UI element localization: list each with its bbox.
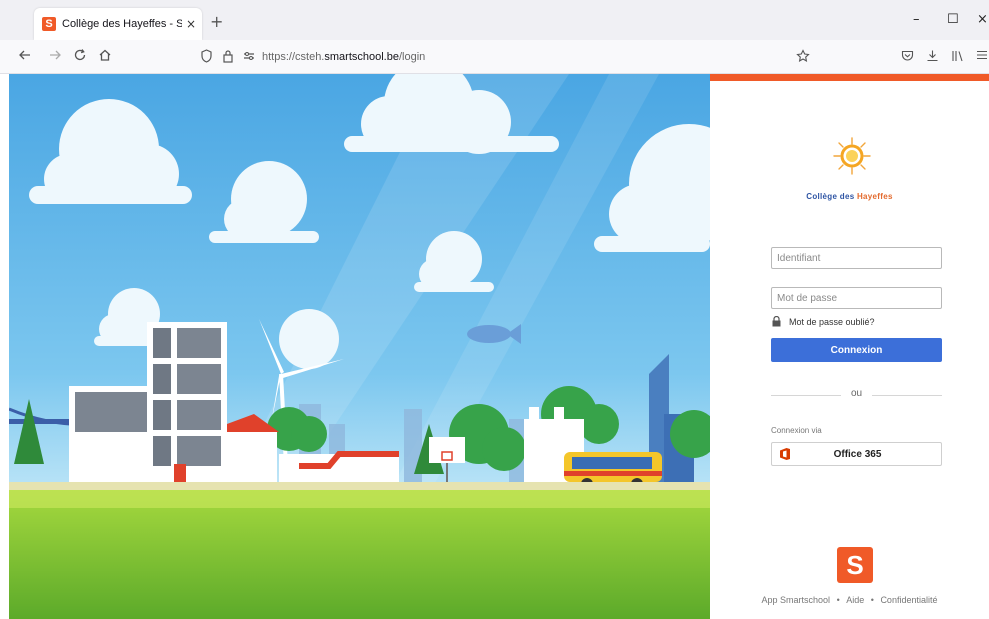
new-tab-button[interactable]: + xyxy=(210,12,223,31)
arrow-left-icon xyxy=(19,50,30,60)
password-input[interactable] xyxy=(771,287,942,309)
accent-stripe xyxy=(710,74,989,81)
url-prefix: https://csteh. xyxy=(262,51,325,63)
url-bar[interactable]: https://csteh.smartschool.be/login xyxy=(262,51,425,63)
url-domain: smartschool.be xyxy=(324,51,399,63)
smartschool-logo-icon: S xyxy=(837,547,873,583)
bookmark-star-icon[interactable] xyxy=(796,49,810,67)
school-sun-logo-icon xyxy=(833,137,871,175)
office365-login-button[interactable]: Office 365 xyxy=(771,442,942,466)
lock-icon xyxy=(772,316,781,327)
back-button[interactable] xyxy=(18,48,32,66)
shield-icon[interactable] xyxy=(200,49,213,67)
forward-button[interactable] xyxy=(48,48,62,66)
permissions-icon[interactable] xyxy=(242,49,256,67)
help-link[interactable]: Aide xyxy=(846,595,864,605)
reload-icon xyxy=(74,49,86,61)
footer-links: App Smartschool • Aide • Confidentialité xyxy=(710,595,989,605)
school-name: Collège des Hayeffes xyxy=(710,192,989,201)
pocket-icon[interactable] xyxy=(901,49,914,66)
browser-tab[interactable]: S Collège des Hayeffes - Smartsc × xyxy=(34,8,202,40)
footer-separator: • xyxy=(836,595,840,605)
footer-separator: • xyxy=(870,595,874,605)
arrow-right-icon xyxy=(50,50,61,60)
app-smartschool-link[interactable]: App Smartschool xyxy=(762,595,831,605)
divider-right xyxy=(872,395,942,396)
school-illustration xyxy=(9,74,710,619)
tab-title: Collège des Hayeffes - Smartsc xyxy=(62,18,182,30)
connection-via-label: Connexion via xyxy=(771,426,822,435)
browser-navigation-bar: https://csteh.smartschool.be/login xyxy=(0,40,989,74)
forgot-password-link[interactable]: Mot de passe oublié? xyxy=(771,316,875,327)
campus-landscape-image xyxy=(9,74,710,619)
library-icon[interactable] xyxy=(951,49,964,66)
username-input[interactable] xyxy=(771,247,942,269)
menu-icon[interactable] xyxy=(976,49,988,65)
padlock-icon[interactable] xyxy=(222,49,234,67)
minimize-button[interactable]: – xyxy=(913,12,920,27)
close-window-button[interactable]: × xyxy=(977,12,988,27)
or-label: ou xyxy=(850,388,863,399)
school-name-prefix: Collège des xyxy=(806,192,857,201)
browser-tab-bar: S Collège des Hayeffes - Smartsc × + – ☐… xyxy=(0,0,989,40)
home-button[interactable] xyxy=(98,48,112,66)
divider-left xyxy=(771,395,841,396)
school-name-accent: Hayeffes xyxy=(856,192,893,201)
forgot-password-label: Mot de passe oublié? xyxy=(789,316,875,327)
office365-label: Office 365 xyxy=(833,449,882,460)
reload-button[interactable] xyxy=(73,48,87,66)
url-path: /login xyxy=(398,51,426,63)
home-icon xyxy=(99,49,111,61)
tab-close-icon[interactable]: × xyxy=(186,17,196,31)
login-button[interactable]: Connexion xyxy=(771,338,942,362)
smartschool-favicon-icon: S xyxy=(42,17,56,31)
maximize-button[interactable]: ☐ xyxy=(947,12,959,27)
login-panel: Collège des Hayeffes Mot de passe oublié… xyxy=(710,74,989,619)
download-icon[interactable] xyxy=(926,49,939,66)
privacy-link[interactable]: Confidentialité xyxy=(880,595,937,605)
